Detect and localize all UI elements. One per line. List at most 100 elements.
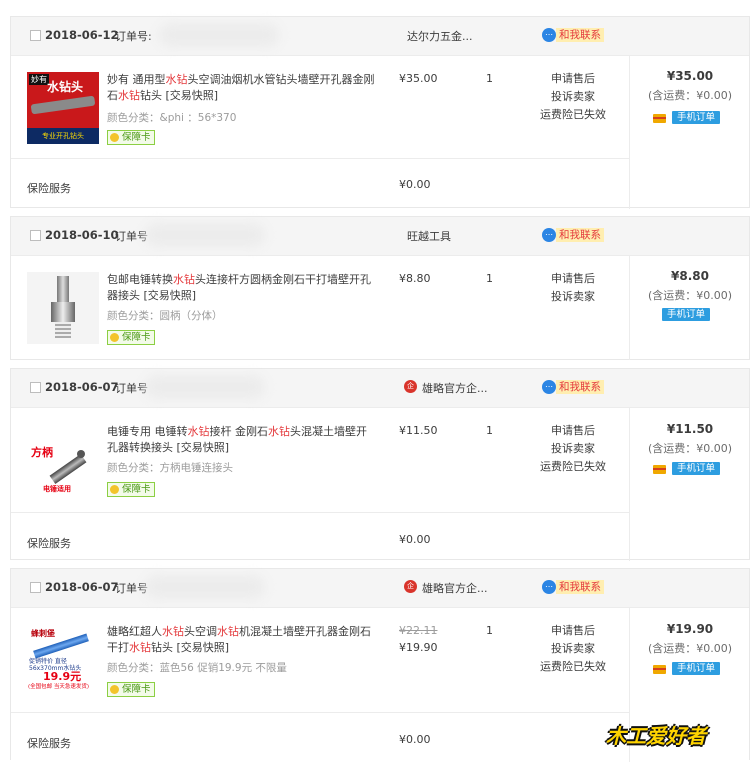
product-spec: 颜色分类：圆柄（分体） (107, 310, 223, 322)
order-number-label: 订单号 (115, 382, 148, 395)
watermark-logo: 木工爱好者 (606, 718, 730, 754)
product-thumbnail[interactable]: 妙有 水钻头 专业开孔钻头 (27, 72, 99, 144)
order-header: 2018-06-07 订单号 企 雄略官方企... ⋯ 和我联系 (11, 369, 749, 408)
order-date: 2018-06-07 (45, 580, 119, 594)
after-sale-link[interactable]: 申请售后 (538, 70, 608, 88)
title-text: 电锤专用 电锤转 (107, 425, 188, 438)
freight-insurance-status: 运费险已失效 (540, 460, 606, 473)
drill-bit-shape (30, 95, 96, 115)
insurance-row: 保险服务 ¥0.00 (11, 712, 630, 762)
order-number-label: 订单号 (115, 582, 148, 595)
shop-name[interactable]: 雄略官方企... (422, 580, 488, 596)
connector-part-shape (77, 450, 85, 458)
title-highlight: 水钻 (173, 273, 195, 286)
product-title[interactable]: 电锤专用 电锤转水钻接杆 金刚石水钻头混凝土墙壁开孔器转换接头 [交易快照] (107, 424, 377, 456)
title-highlight: 水钻 (268, 425, 290, 438)
title-highlight: 水钻 (217, 625, 239, 638)
mobile-order-badge: 手机订单 (672, 462, 721, 475)
guarantee-card-badge[interactable]: 保障卡 (107, 682, 155, 697)
title-highlight: 水钻 (165, 73, 188, 86)
unit-price: ¥8.80 (399, 272, 431, 285)
title-text: 雄略红超人 (107, 625, 162, 638)
item-operations: 申请售后 投诉卖家 运费险已失效 (538, 622, 608, 676)
order-date: 2018-06-10 (45, 228, 119, 242)
order-checkbox[interactable] (30, 582, 41, 593)
order-checkbox[interactable] (30, 382, 41, 393)
product-thumbnail[interactable] (27, 272, 99, 344)
mobile-order-badge: 手机订单 (672, 662, 721, 675)
contact-seller-label: 和我联系 (556, 28, 604, 42)
guarantee-card-badge[interactable]: 保障卡 (107, 482, 155, 497)
credit-card-icon (653, 665, 666, 674)
product-title[interactable]: 包邮电锤转换水钻头连接杆方圆柄金刚石干打墙壁开孔器接头 [交易快照] (107, 272, 377, 304)
product-spec: 颜色分类：方柄电锤连接头 (107, 462, 233, 474)
insurance-price: ¥0.00 (399, 533, 431, 546)
thumb-price: 19.9元 (43, 670, 82, 683)
order-checkbox[interactable] (30, 30, 41, 41)
title-text: 钻头 [交易快照] (140, 89, 219, 102)
shop-logo-icon: 企 (404, 380, 417, 393)
shop-name[interactable]: 达尔力五金... (407, 28, 473, 44)
after-sale-link[interactable]: 申请售后 (538, 622, 608, 640)
total-amount: ¥11.50 (666, 422, 714, 436)
connector-shank-shape (57, 276, 69, 302)
complain-seller-link[interactable]: 投诉卖家 (538, 88, 608, 106)
title-text: 妙有 通用型 (107, 73, 166, 86)
product-title[interactable]: 妙有 通用型水钻头空调油烟机水管钻头墙壁开孔器金刚石水钻钻头 [交易快照] (107, 72, 377, 104)
credit-card-icon (653, 114, 666, 123)
order-item: 妙有 水钻头 专业开孔钻头 妙有 通用型水钻头空调油烟机水管钻头墙壁开孔器金刚石… (11, 56, 630, 158)
unit-price: ¥35.00 (399, 72, 438, 85)
total-amount: ¥35.00 (666, 69, 714, 83)
total-amount: ¥8.80 (671, 269, 709, 283)
freight-insurance-status: 运费险已失效 (540, 660, 606, 673)
chat-icon: ⋯ (542, 380, 556, 394)
complain-seller-link[interactable]: 投诉卖家 (538, 640, 608, 658)
quantity: 1 (486, 72, 493, 85)
order-total: ¥11.50 (含运费：¥0.00) (629, 422, 750, 456)
order-number-redacted (145, 575, 265, 599)
after-sale-link[interactable]: 申请售后 (538, 422, 608, 440)
product-thumbnail[interactable]: 方柄 电锤适用 (27, 424, 99, 496)
order-total: ¥19.90 (含运费：¥0.00) (629, 622, 750, 656)
thumb-brand: 妙有 (29, 74, 49, 85)
complain-seller-link[interactable]: 投诉卖家 (538, 288, 608, 306)
order-card: 2018-06-12 订单号: 达尔力五金... ⋯ 和我联系 妙有 水钻头 专… (10, 16, 750, 209)
insurance-price: ¥0.00 (399, 733, 431, 746)
order-checkbox[interactable] (30, 230, 41, 241)
order-item: 方柄 电锤适用 电锤专用 电锤转水钻接杆 金刚石水钻头混凝土墙壁开孔器转换接头 … (11, 408, 630, 512)
chat-icon: ⋯ (542, 28, 556, 42)
mobile-order-badge: 手机订单 (662, 308, 711, 321)
after-sale-link[interactable]: 申请售后 (538, 270, 608, 288)
complain-seller-link[interactable]: 投诉卖家 (538, 440, 608, 458)
order-number-label: 订单号: (115, 30, 152, 43)
shipping-fee: (含运费：¥0.00) (647, 289, 733, 302)
item-operations: 申请售后 投诉卖家 (538, 270, 608, 306)
mobile-order-badge: 手机订单 (672, 111, 721, 124)
quantity: 1 (486, 424, 493, 437)
order-header: 2018-06-12 订单号: 达尔力五金... ⋯ 和我联系 (11, 17, 749, 56)
order-header: 2018-06-10 订单号 旺越工具 ⋯ 和我联系 (11, 217, 749, 256)
shop-logo-icon: 企 (404, 580, 417, 593)
insurance-label: 保险服务 (27, 537, 71, 550)
insurance-price: ¥0.00 (399, 178, 431, 191)
title-highlight: 水钻 (187, 425, 210, 438)
contact-seller-label: 和我联系 (556, 580, 604, 594)
shop-name[interactable]: 旺越工具 (407, 228, 451, 244)
title-text: 头空调 (184, 625, 217, 638)
product-title[interactable]: 雄略红超人水钻头空调水钻机混凝土墙壁开孔器金刚石干打水钻钻头 [交易快照] (107, 624, 377, 656)
shop-name[interactable]: 雄略官方企... (422, 380, 488, 396)
product-thumbnail[interactable]: 蜂刺堡 促销特价 直径56x370mm水钻头 19.9元 (全国包邮 当天急速发… (27, 624, 99, 696)
item-operations: 申请售后 投诉卖家 运费险已失效 (538, 422, 608, 476)
quantity: 1 (486, 272, 493, 285)
order-total: ¥35.00 (含运费：¥0.00) (629, 69, 750, 103)
shipping-fee: (含运费：¥0.00) (647, 642, 733, 655)
contact-seller-label: 和我联系 (556, 228, 604, 242)
thumb-subtitle: 电锤适用 (43, 485, 71, 493)
title-text: 包邮电锤转换 (107, 273, 173, 286)
guarantee-card-badge[interactable]: 保障卡 (107, 330, 155, 345)
connector-body-shape (51, 302, 75, 322)
title-highlight: 水钻 (118, 89, 140, 102)
credit-card-icon (653, 465, 666, 474)
product-spec: 颜色分类：蓝色56 促销19.9元 不限量 (107, 662, 287, 674)
guarantee-card-badge[interactable]: 保障卡 (107, 130, 155, 145)
